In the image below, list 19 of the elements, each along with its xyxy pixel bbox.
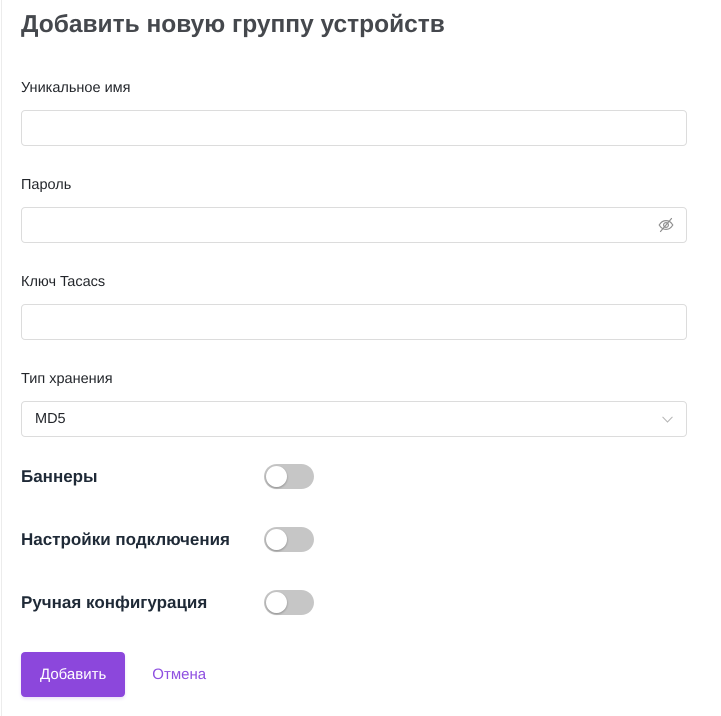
chevron-down-icon (662, 416, 673, 422)
toggle-label: Баннеры (21, 466, 99, 486)
input-field[interactable] (21, 110, 687, 146)
input-field[interactable] (21, 304, 687, 340)
form-title: Добавить новую группу устройств (21, 10, 445, 40)
cancel-link[interactable]: Отмена (152, 666, 206, 683)
add-button[interactable]: Добавить (21, 652, 126, 697)
storage-type-dropdown[interactable]: MD5 (21, 401, 687, 437)
toggle-switch[interactable] (264, 590, 314, 615)
eye-off-icon[interactable] (658, 217, 674, 233)
field-label: Ключ Tacacs (21, 273, 106, 292)
field-label: Тип хранения (21, 370, 113, 389)
password-field[interactable] (21, 207, 687, 243)
toggle-switch[interactable] (264, 464, 314, 489)
field-label: Пароль (21, 176, 72, 195)
toggle-switch[interactable] (264, 527, 314, 552)
toggle-label: Ручная конфигурация (21, 592, 208, 612)
field-label: Уникальное имя (21, 79, 130, 98)
toggle-label: Настройки подключения (21, 530, 231, 550)
